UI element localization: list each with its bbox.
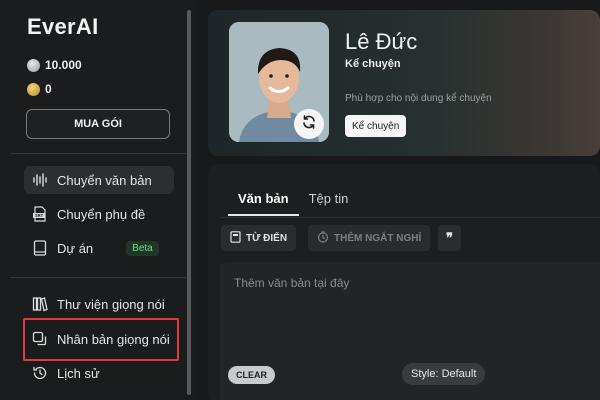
pause-timer-icon [317, 230, 329, 246]
silver-coin-icon [27, 58, 40, 72]
voice-description: Phù hợp cho nội dung kể chuyện [345, 93, 492, 104]
gold-coin-icon [27, 82, 40, 96]
sidebar-item-projects[interactable]: Dự án Beta [24, 234, 174, 262]
sidebar-item-label: Chuyển văn bản [57, 172, 152, 188]
silver-balance-value: 10.000 [45, 58, 82, 72]
sidebar-item-label: Chuyển phụ đề [57, 206, 146, 222]
app-logo[interactable]: EverAI [27, 14, 99, 40]
sidebar-item-label: Dự án [57, 240, 94, 256]
tab-file[interactable]: Tệp tin [299, 187, 359, 216]
highlight-box [23, 318, 179, 361]
waveform-icon [32, 172, 48, 188]
clear-button[interactable]: CLEAR [228, 366, 275, 384]
refresh-voice-button[interactable] [294, 109, 324, 139]
editor-card: Văn bản Tệp tin TỪ ĐIỂN THÊM NGẮT NGHỈ ❞… [208, 164, 600, 400]
refresh-icon [301, 114, 317, 134]
voice-style: Kể chuyện [345, 58, 401, 70]
sidebar-scrollbar[interactable] [187, 10, 191, 395]
tab-text[interactable]: Văn bản [228, 187, 299, 216]
credit-balance-silver: 10.000 [27, 58, 82, 72]
buy-package-button[interactable]: MUA GÓI [26, 109, 170, 139]
add-pause-button[interactable]: THÊM NGẮT NGHỈ [308, 225, 431, 251]
sidebar-divider [10, 277, 186, 278]
text-input-area[interactable]: Thêm văn bản tại đây CLEAR Style: Defaul… [220, 262, 600, 400]
srt-file-icon: SRT [32, 206, 48, 222]
voice-card: Lê Đức Kể chuyện Phù hợp cho nội dung kể… [208, 10, 600, 156]
sidebar-item-label: Lịch sử [57, 365, 100, 381]
dictionary-label: TỪ ĐIỂN [246, 232, 288, 244]
voice-tag-chip[interactable]: Kể chuyện [345, 115, 407, 137]
credit-balance-gold: 0 [27, 82, 52, 96]
sidebar-item-history[interactable]: Lịch sử [24, 359, 174, 387]
sidebar: EverAI 10.000 0 MUA GÓI Chuyển văn bản S… [0, 0, 196, 400]
quote-icon: ❞ [446, 230, 453, 245]
history-icon [32, 365, 48, 381]
dictionary-icon [230, 230, 241, 246]
voice-name: Lê Đức [345, 29, 418, 54]
quote-button[interactable]: ❞ [438, 225, 461, 251]
sidebar-item-voice-library[interactable]: Thư viện giọng nói [24, 290, 174, 318]
add-pause-label: THÊM NGẮT NGHỈ [334, 232, 422, 244]
sidebar-divider [10, 153, 186, 154]
text-input-placeholder: Thêm văn bản tại đây [234, 276, 350, 290]
tabs-divider [220, 217, 600, 218]
sidebar-item-text-to-speech[interactable]: Chuyển văn bản [24, 166, 174, 194]
library-icon [32, 296, 48, 312]
beta-badge: Beta [126, 240, 159, 256]
style-selector[interactable]: Style: Default [402, 363, 486, 385]
gold-balance-value: 0 [45, 82, 52, 96]
dictionary-button[interactable]: TỪ ĐIỂN [221, 225, 297, 251]
book-icon [32, 240, 48, 256]
svg-text:SRT: SRT [35, 213, 44, 218]
sidebar-item-subtitles[interactable]: SRT Chuyển phụ đề [24, 200, 174, 228]
editor-tabs: Văn bản Tệp tin [228, 187, 358, 216]
sidebar-item-label: Thư viện giọng nói [57, 296, 165, 312]
main-content: Lê Đức Kể chuyện Phù hợp cho nội dung kể… [208, 10, 600, 400]
